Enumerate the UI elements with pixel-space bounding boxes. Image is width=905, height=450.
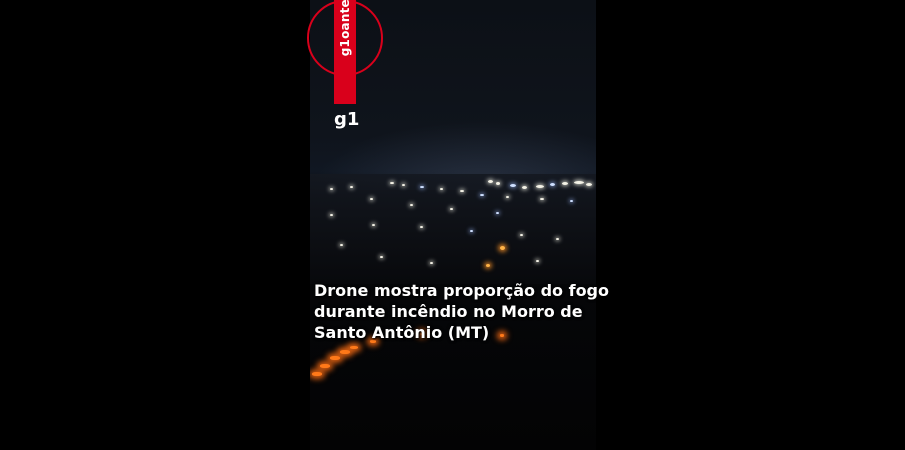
program-name: g1oantes bbox=[338, 0, 352, 57]
fire-line bbox=[312, 372, 322, 376]
video-caption: Drone mostra proporção do fogo durante i… bbox=[314, 280, 609, 343]
caption-line-2: durante incêndio no Morro de bbox=[314, 302, 583, 321]
g1-logo: g1 bbox=[334, 109, 360, 130]
caption-line-3: Santo Antônio (MT) bbox=[314, 323, 490, 342]
video-frame: g1oantes g1 Drone mostra proporção do fo… bbox=[0, 0, 905, 450]
caption-line-1: Drone mostra proporção do fogo bbox=[314, 281, 609, 300]
city-lights-area bbox=[310, 174, 596, 284]
